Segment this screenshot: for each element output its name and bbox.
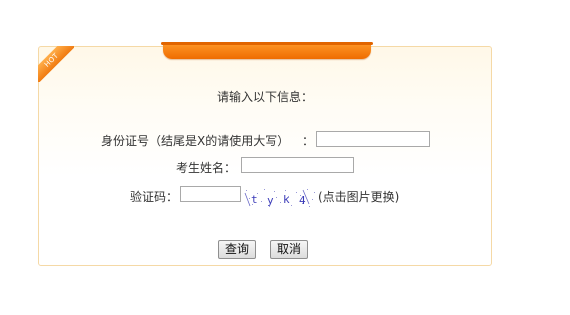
form-title: 请输入以下信息：	[216, 90, 313, 104]
captcha-char: k	[283, 193, 290, 206]
page: HOT 请输入以下信息： 身份证号（结尾是X的请使用大写） ： 考生姓名： 验证…	[0, 0, 570, 315]
cancel-button[interactable]: 取消	[270, 240, 309, 259]
captcha-char: t	[251, 193, 258, 206]
captcha-char: y	[267, 194, 274, 207]
captcha-char: 4	[299, 194, 306, 207]
hot-ribbon-badge: HOT	[38, 46, 74, 82]
captcha-label: 验证码：	[130, 190, 179, 204]
captcha-input[interactable]	[180, 186, 241, 202]
captcha-refresh-hint: (点击图片更换)	[318, 190, 400, 204]
query-button[interactable]: 查询	[218, 240, 257, 259]
id-number-input[interactable]	[316, 131, 430, 147]
panel-header-tab	[161, 42, 373, 59]
id-number-label: 身份证号（结尾是X的请使用大写）	[101, 134, 290, 148]
candidate-name-input[interactable]	[241, 157, 354, 173]
captcha-image[interactable]: tyk4	[243, 187, 317, 209]
candidate-name-label: 考生姓名：	[176, 161, 237, 175]
hot-ribbon-text: HOT	[38, 46, 74, 82]
query-panel	[38, 46, 492, 266]
id-number-colon: ：	[302, 134, 315, 148]
